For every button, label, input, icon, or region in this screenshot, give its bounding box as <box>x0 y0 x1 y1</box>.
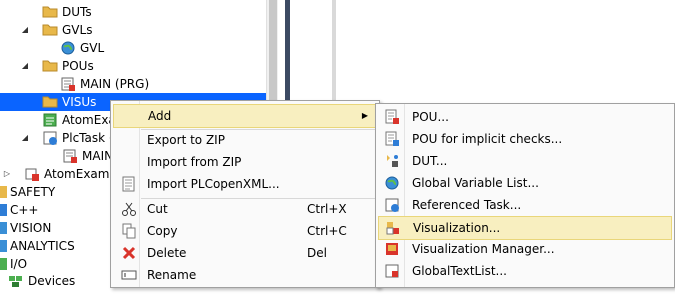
visualization-icon <box>385 220 401 236</box>
submenu-item-referenced-task[interactable]: Referenced Task... <box>378 194 672 216</box>
tree-item-label: GVLs <box>62 23 93 37</box>
tree-item-label: GVL <box>80 41 105 55</box>
submenu-item-global-variable-list[interactable]: Global Variable List... <box>378 172 672 194</box>
folder-icon <box>42 5 58 18</box>
menu-item-add[interactable]: Add ▶ <box>113 104 377 128</box>
task-icon <box>42 130 58 146</box>
submenu-arrow-icon: ▶ <box>361 111 368 120</box>
menu-item-label: Visualization Manager... <box>412 242 555 256</box>
devices-icon <box>8 273 24 289</box>
panel-divider <box>332 0 336 110</box>
menu-item-label: Copy <box>147 224 178 238</box>
submenu-item-pou-implicit-checks[interactable]: POU for implicit checks... <box>378 128 672 150</box>
referenced-task-icon <box>384 197 400 213</box>
scissors-icon <box>121 201 137 217</box>
tree-item-label: POUs <box>62 59 94 73</box>
menu-item-label: POU for implicit checks... <box>412 132 563 146</box>
folder-icon <box>42 59 58 72</box>
menu-item-label: Global Variable List... <box>412 176 539 190</box>
menu-item-label: Delete <box>147 246 187 260</box>
submenu-item-visualization-manager[interactable]: Visualization Manager... <box>378 238 672 260</box>
collapsed-arrow-icon[interactable]: ▷ <box>2 165 12 183</box>
tree-item-label: VISUs <box>62 95 97 109</box>
menu-item-delete[interactable]: Delete Del <box>113 242 377 264</box>
folder-icon <box>42 23 58 36</box>
copy-icon <box>121 223 137 239</box>
project-icon <box>24 166 40 182</box>
menu-item-label: Export to ZIP <box>147 133 225 147</box>
pou-checks-icon <box>384 131 400 147</box>
visualization-manager-icon <box>384 241 400 257</box>
menu-item-label: Cut <box>147 202 168 216</box>
tree-item-main-prg[interactable]: MAIN (PRG) <box>0 75 278 93</box>
context-menu: Add ▶ Export to ZIP Import from ZIP Impo… <box>110 100 380 288</box>
menu-item-shortcut: Ctrl+X <box>307 202 347 216</box>
menu-item-import-plcopenxml[interactable]: Import PLCopenXML... <box>113 173 377 195</box>
panel-splitter[interactable] <box>285 0 290 110</box>
tree-item-pous[interactable]: ◢ POUs <box>0 57 278 75</box>
expanded-arrow-icon[interactable]: ◢ <box>20 57 30 75</box>
delete-icon <box>121 245 137 261</box>
tree-item-label: C++ <box>10 203 39 217</box>
rename-icon <box>121 267 137 283</box>
tree-item-gvl[interactable]: GVL <box>0 39 278 57</box>
tree-item-label: DUTs <box>62 5 92 19</box>
menu-item-label: Visualization... <box>413 221 501 235</box>
tree-item-label: MAIN (PRG) <box>80 77 150 91</box>
globe-icon <box>384 175 400 191</box>
tree-item-label: PlcTask ( <box>62 131 114 145</box>
tree-item-duts[interactable]: DUTs <box>0 3 278 21</box>
expanded-arrow-icon[interactable]: ◢ <box>20 129 30 147</box>
tree-item-gvls[interactable]: ◢ GVLs <box>0 21 278 39</box>
dut-icon <box>384 153 400 169</box>
menu-item-label: POU... <box>412 110 449 124</box>
menu-item-copy[interactable]: Copy Ctrl+C <box>113 220 377 242</box>
tree-item-label: SAFETY <box>10 185 56 199</box>
submenu-item-dut[interactable]: DUT... <box>378 150 672 172</box>
add-submenu: POU... POU for implicit checks... DUT...… <box>375 103 675 288</box>
menu-item-label: Referenced Task... <box>412 198 522 212</box>
submenu-item-visualization[interactable]: Visualization... <box>378 216 672 240</box>
menu-item-label: DUT... <box>412 154 448 168</box>
tree-item-label: AtomExamp <box>44 167 118 181</box>
program-icon <box>60 76 76 92</box>
menu-item-label: Import PLCopenXML... <box>147 177 280 191</box>
menu-item-label: GlobalTextList... <box>412 264 507 278</box>
pou-icon <box>384 109 400 125</box>
expanded-arrow-icon[interactable]: ◢ <box>20 21 30 39</box>
menu-item-export-zip[interactable]: Export to ZIP <box>113 129 377 151</box>
import-xml-icon <box>121 176 137 192</box>
tree-item-label: MAIN <box>82 149 114 163</box>
menu-item-label: Import from ZIP <box>147 155 242 169</box>
tree-item-label: VISION <box>10 221 52 235</box>
tree-item-label: Devices <box>28 274 76 288</box>
menu-item-shortcut: Ctrl+C <box>307 224 347 238</box>
submenu-item-global-text-list[interactable]: GlobalTextList... <box>378 260 672 282</box>
tree-item-label: ANALYTICS <box>10 239 75 253</box>
menu-item-label: Rename <box>147 268 197 282</box>
menu-item-label: Add <box>148 109 172 123</box>
program-icon <box>62 148 78 164</box>
tree-item-label: I/O <box>10 257 28 271</box>
submenu-item-pou[interactable]: POU... <box>378 106 672 128</box>
text-list-icon <box>384 263 400 279</box>
menu-item-cut[interactable]: Cut Ctrl+X <box>113 198 377 220</box>
tree-item-label: AtomExa <box>62 113 116 127</box>
menu-item-import-zip[interactable]: Import from ZIP <box>113 151 377 173</box>
folder-icon <box>42 95 58 108</box>
menu-item-shortcut: Del <box>307 246 327 260</box>
globe-icon <box>60 40 76 56</box>
menu-item-rename[interactable]: Rename <box>113 264 377 286</box>
task-config-icon <box>42 112 58 128</box>
